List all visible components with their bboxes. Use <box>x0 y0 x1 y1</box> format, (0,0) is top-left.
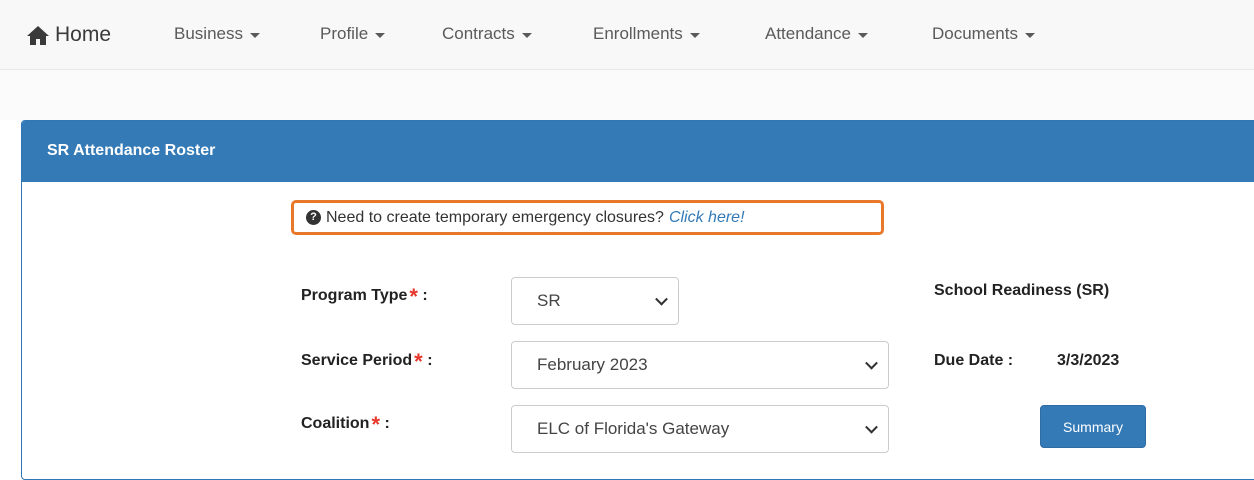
label-colon: : <box>427 352 433 369</box>
program-type-label-text: Program Type <box>301 287 408 304</box>
nav-home-label: Home <box>55 23 112 46</box>
nav-attendance-dropdown[interactable]: Attendance <box>765 22 869 46</box>
due-date-value: 3/3/2023 <box>1057 352 1120 369</box>
nav-documents-dropdown[interactable]: Documents <box>932 22 1035 46</box>
nav-profile-label: Profile <box>320 24 369 43</box>
required-asterisk-icon: * <box>371 412 380 437</box>
caret-down-icon <box>249 32 260 38</box>
panel-heading: SR Attendance Roster <box>22 121 1254 182</box>
nav-business-dropdown[interactable]: Business <box>174 22 260 46</box>
coalition-select[interactable]: ELC of Florida's Gateway <box>511 405 889 453</box>
coalition-label: Coalition* : <box>301 412 390 438</box>
click-here-link[interactable]: Click here! <box>669 209 745 227</box>
service-period-value: February 2023 <box>537 355 648 374</box>
nav-contracts-label: Contracts <box>442 24 515 43</box>
question-circle-icon: ? <box>306 210 321 225</box>
caret-down-icon <box>689 32 700 38</box>
emergency-closure-notice: ? Need to create temporary emergency clo… <box>291 200 884 235</box>
summary-button[interactable]: Summary <box>1040 405 1146 448</box>
caret-down-icon <box>858 32 869 38</box>
nav-profile-dropdown[interactable]: Profile <box>320 22 386 46</box>
home-icon <box>27 25 49 45</box>
caret-down-icon <box>375 32 386 38</box>
nav-attendance-label: Attendance <box>765 24 852 43</box>
nav-business-label: Business <box>174 24 243 43</box>
chevron-down-icon <box>655 292 668 306</box>
chevron-down-icon <box>865 356 878 370</box>
program-name-text: School Readiness (SR) <box>934 282 1110 299</box>
notice-text: Need to create temporary emergency closu… <box>326 208 664 226</box>
program-type-label: Program Type* : <box>301 284 428 310</box>
due-date-label: Due Date : <box>934 352 1014 369</box>
nav-contracts-dropdown[interactable]: Contracts <box>442 22 532 46</box>
caret-down-icon <box>521 32 532 38</box>
program-type-value: SR <box>537 291 561 310</box>
panel-title: SR Attendance Roster <box>47 142 216 159</box>
nav-enrollments-label: Enrollments <box>593 24 683 43</box>
coalition-label-text: Coalition <box>301 415 370 432</box>
required-asterisk-icon: * <box>409 284 418 309</box>
coalition-value: ELC of Florida's Gateway <box>537 419 730 438</box>
chevron-down-icon <box>865 420 878 434</box>
nav-home-link[interactable]: Home <box>26 21 111 49</box>
label-colon: : <box>384 415 390 432</box>
nav-documents-label: Documents <box>932 24 1018 43</box>
nav-enrollments-dropdown[interactable]: Enrollments <box>593 22 700 46</box>
label-colon: : <box>422 287 428 304</box>
service-period-select[interactable]: February 2023 <box>511 341 889 389</box>
page-band <box>0 70 1254 120</box>
required-asterisk-icon: * <box>414 349 423 374</box>
top-navbar: Home Business Profile Contracts Enrollme… <box>0 0 1254 70</box>
service-period-label-text: Service Period <box>301 352 413 369</box>
program-type-select[interactable]: SR <box>511 277 679 325</box>
caret-down-icon <box>1024 32 1035 38</box>
service-period-label: Service Period* : <box>301 349 433 375</box>
